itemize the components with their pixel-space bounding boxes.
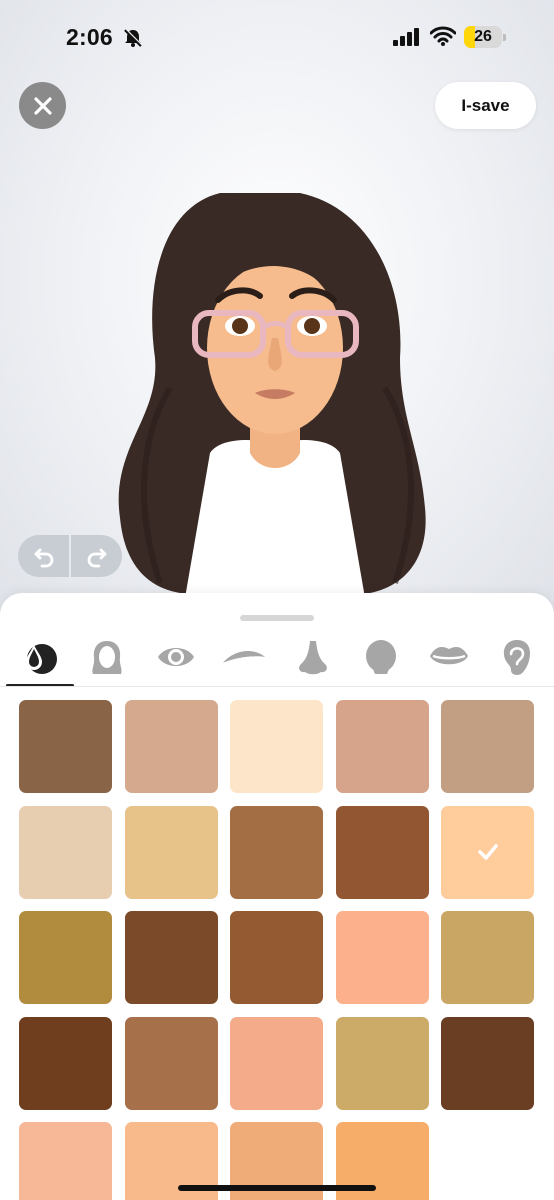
- tab-hair[interactable]: [83, 633, 131, 681]
- skin-tone-swatch[interactable]: [19, 911, 112, 1004]
- hair-icon: [92, 641, 122, 674]
- skin-tone-swatch[interactable]: [230, 1016, 323, 1110]
- tab-head[interactable]: [357, 633, 405, 681]
- skin-tone-swatch[interactable]: [335, 1016, 429, 1110]
- close-icon: [33, 96, 52, 115]
- feature-tabs: [0, 631, 554, 687]
- redo-button[interactable]: [71, 535, 122, 577]
- skin-tone-swatch[interactable]: [441, 700, 534, 793]
- skin-tone-swatch[interactable]: [230, 911, 323, 1004]
- skin-tone-swatch[interactable]: [335, 700, 429, 793]
- eye-icon: [158, 648, 194, 666]
- nose-icon: [299, 641, 327, 675]
- skin-tone-swatch[interactable]: [19, 1122, 112, 1200]
- avatar-preview: 2:06 26 I-save: [0, 0, 554, 620]
- skin-tone-swatch[interactable]: [335, 911, 429, 1004]
- ear-icon: [503, 640, 530, 675]
- skin-tone-swatch[interactable]: [19, 1016, 112, 1110]
- skin-tone-swatch[interactable]: [441, 911, 534, 1004]
- home-indicator: [178, 1185, 376, 1191]
- tab-nose[interactable]: [289, 633, 337, 681]
- skin-tone-swatch[interactable]: [19, 805, 112, 899]
- head-icon: [366, 640, 396, 674]
- silent-bell-icon: [124, 28, 143, 47]
- redo-icon: [87, 548, 106, 568]
- status-bar: 2:06 26: [0, 0, 554, 76]
- checkmark-icon: [477, 844, 498, 860]
- avatar-illustration: [118, 193, 426, 598]
- tab-eyes[interactable]: [152, 633, 200, 681]
- lips-icon: [430, 647, 468, 665]
- skin-tone-swatch[interactable]: [124, 911, 218, 1004]
- skin-tone-swatch[interactable]: [124, 1016, 218, 1110]
- tab-ears[interactable]: [493, 633, 541, 681]
- tabs-divider: [0, 686, 554, 687]
- skin-tone-swatch[interactable]: [441, 805, 534, 899]
- undo-button[interactable]: [18, 535, 69, 577]
- skin-tone-swatch[interactable]: [441, 1016, 534, 1110]
- skin-tone-swatch[interactable]: [230, 805, 323, 899]
- tab-eyebrows[interactable]: [220, 633, 268, 681]
- skin-tone-swatch[interactable]: [335, 805, 429, 899]
- skin-drop-icon: [26, 644, 57, 674]
- tab-skin[interactable]: [16, 633, 64, 681]
- save-button[interactable]: I-save: [435, 82, 536, 129]
- skin-tone-swatch[interactable]: [124, 700, 218, 793]
- status-time: 2:06: [66, 24, 113, 50]
- skin-tone-swatch[interactable]: [124, 805, 218, 899]
- skin-tone-swatch[interactable]: [230, 700, 323, 793]
- close-button[interactable]: [19, 82, 66, 129]
- customization-sheet: [0, 593, 554, 1200]
- battery-indicator: 26: [464, 26, 506, 48]
- tab-lips[interactable]: [425, 633, 473, 681]
- eyebrow-icon: [222, 651, 266, 663]
- skin-tone-swatch[interactable]: [19, 700, 112, 793]
- wifi-icon: [430, 26, 456, 46]
- battery-level: 26: [474, 28, 492, 45]
- undo-icon: [34, 548, 53, 568]
- sheet-grabber[interactable]: [240, 615, 314, 621]
- signal-icon: [393, 28, 419, 46]
